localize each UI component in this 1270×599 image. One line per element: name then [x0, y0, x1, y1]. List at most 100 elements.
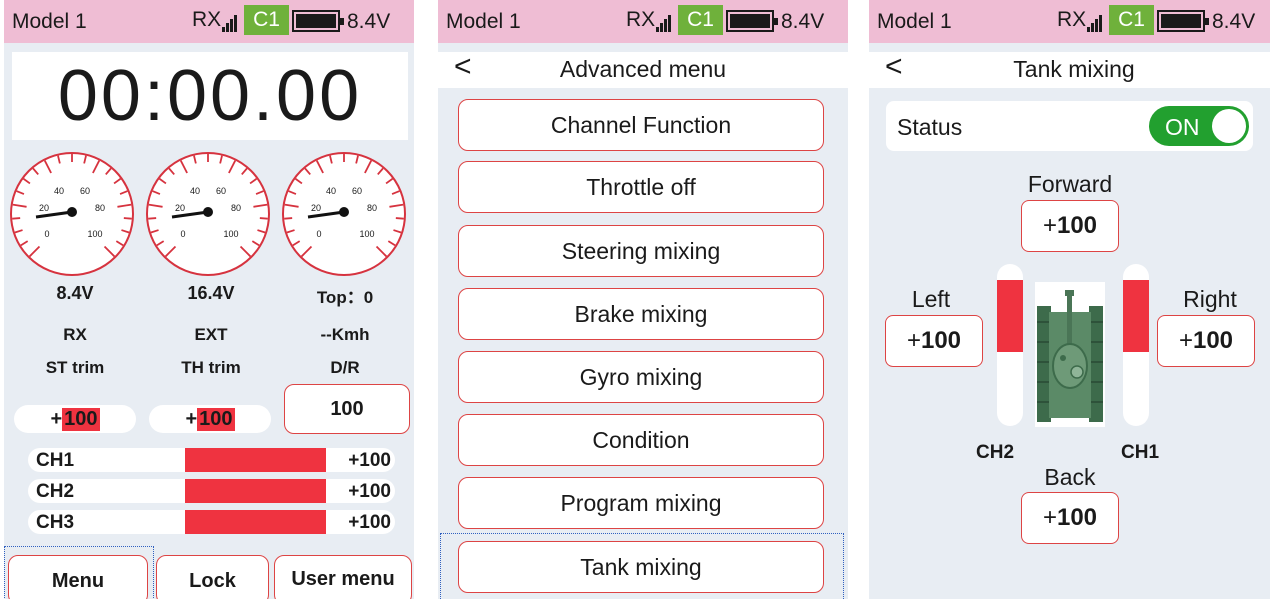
- gauge-dial-icon: 40 60 20 80 0 100: [282, 152, 406, 276]
- nav-bar: < Tank mixing: [869, 52, 1270, 88]
- menu-button[interactable]: Menu: [8, 555, 148, 599]
- battery-icon: [1157, 10, 1209, 32]
- forward-number: 100: [1056, 212, 1098, 239]
- st-trim-label: ST trim: [45, 358, 105, 377]
- battery-icon: [726, 10, 778, 32]
- menu-item-program-mixing[interactable]: Program mixing: [458, 477, 824, 529]
- right-number: 100: [1192, 327, 1234, 354]
- ch2-slider-fill: [997, 280, 1023, 352]
- gauge-tick-label: 80: [231, 203, 241, 213]
- menu-item-steering-mixing[interactable]: Steering mixing: [458, 225, 824, 277]
- gauge-tick-label: 0: [44, 229, 49, 239]
- th-trim-value[interactable]: +100: [149, 405, 271, 433]
- channel-value: +100: [348, 512, 391, 533]
- gauge-tick-label: 20: [39, 203, 49, 213]
- gauge-tick-label: 100: [87, 229, 102, 239]
- dr-label: D/R: [330, 358, 360, 377]
- signal-icon: [222, 14, 238, 32]
- ext-voltage-gauge: 40 60 20 80 0 100: [144, 150, 272, 278]
- back-value[interactable]: +100: [1021, 492, 1119, 544]
- channel-bar-ch1: CH1 +100: [28, 448, 395, 472]
- speed-unit-label: --Kmh: [320, 325, 370, 344]
- right-sign: +: [1178, 327, 1193, 354]
- signal-icon: [1087, 14, 1103, 32]
- dr-value-button[interactable]: 100: [284, 384, 410, 434]
- timer-display[interactable]: 00:00.00: [12, 52, 408, 140]
- page-title: Tank mixing: [1013, 56, 1135, 82]
- speed-gauge: 40 60 20 80 0 100: [280, 150, 408, 278]
- ch2-label: CH2: [976, 442, 1015, 463]
- toggle-text: ON: [1165, 114, 1200, 140]
- ch1-slider-fill: [1123, 280, 1149, 352]
- battery-icon: [292, 10, 344, 32]
- gauge-tick-label: 100: [359, 229, 374, 239]
- th-trim-label: TH trim: [181, 358, 241, 377]
- rx-label: RX: [626, 8, 656, 31]
- forward-value[interactable]: +100: [1021, 200, 1119, 252]
- status-bar: Model 1 RX C1 8.4V: [869, 0, 1270, 43]
- channel-badge: C1: [678, 5, 723, 35]
- status-toggle[interactable]: ON: [1149, 106, 1249, 146]
- advanced-menu-screen: Model 1 RX C1 8.4V < Advanced menu Chann…: [438, 0, 848, 599]
- ch2-slider[interactable]: [997, 264, 1023, 426]
- right-value[interactable]: +100: [1157, 315, 1255, 367]
- menu-item-gyro-mixing[interactable]: Gyro mixing: [458, 351, 824, 403]
- tank-icon: [1035, 282, 1105, 427]
- menu-item-throttle-off[interactable]: Throttle off: [458, 161, 824, 213]
- back-number: 100: [1056, 504, 1098, 531]
- menu-item-tank-mixing[interactable]: Tank mixing: [458, 541, 824, 593]
- gauge-tick-label: 40: [326, 186, 336, 196]
- channel-bar-ch2: CH2 +100: [28, 479, 395, 503]
- gauge-tick-label: 60: [80, 186, 90, 196]
- gauge-tick-label: 60: [216, 186, 226, 196]
- menu-item-condition[interactable]: Condition: [458, 414, 824, 466]
- channel-name: CH2: [36, 481, 75, 502]
- gauge-tick-label: 40: [54, 186, 64, 196]
- lock-button[interactable]: Lock: [156, 555, 269, 599]
- channel-name: CH3: [36, 512, 75, 533]
- model-name: Model 1: [12, 10, 87, 33]
- rx-indicator: RX: [192, 8, 238, 32]
- left-sign: +: [906, 327, 921, 354]
- rx-indicator: RX: [1057, 8, 1103, 32]
- channel-fill: [185, 510, 326, 534]
- main-screen: Model 1 RX C1 8.4V 00:00.00 40 60 20 80 0 100…: [4, 0, 414, 599]
- gauge-tick-label: 0: [180, 229, 185, 239]
- gauge-dial-icon: 40 60 20 80 0 100: [10, 152, 134, 276]
- gauge-tick-label: 80: [95, 203, 105, 213]
- ch1-slider[interactable]: [1123, 264, 1149, 426]
- status-label: Status: [897, 114, 963, 140]
- nav-bar: < Advanced menu: [438, 52, 848, 88]
- gauge-tick-label: 100: [223, 229, 238, 239]
- battery-voltage: 8.4V: [347, 10, 391, 33]
- rx-voltage-gauge: 40 60 20 80 0 100: [8, 150, 136, 278]
- tank-mixing-screen: Model 1 RX C1 8.4V < Tank mixing Status …: [869, 0, 1270, 599]
- battery-voltage: 8.4V: [1212, 10, 1256, 33]
- user-menu-button[interactable]: User menu: [274, 555, 412, 599]
- model-name: Model 1: [877, 10, 952, 33]
- gauge-tick-label: 20: [311, 203, 321, 213]
- status-bar: Model 1 RX C1 8.4V: [438, 0, 848, 43]
- back-sign: +: [1042, 504, 1057, 531]
- menu-item-brake-mixing[interactable]: Brake mixing: [458, 288, 824, 340]
- gauge-tick-label: 60: [352, 186, 362, 196]
- channel-value: +100: [348, 450, 391, 471]
- channel-name: CH1: [36, 450, 75, 471]
- channel-bar-ch3: CH3 +100: [28, 510, 395, 534]
- channel-value: +100: [348, 481, 391, 502]
- status-bar: Model 1 RX C1 8.4V: [4, 0, 414, 43]
- forward-sign: +: [1042, 212, 1057, 239]
- left-number: 100: [920, 327, 962, 354]
- st-trim-value[interactable]: +100: [14, 405, 136, 433]
- left-value[interactable]: +100: [885, 315, 983, 367]
- st-trim-sign: +: [50, 407, 63, 430]
- rx-indicator: RX: [626, 8, 672, 32]
- forward-label: Forward: [1027, 171, 1113, 197]
- top-speed-reading: Top：0: [316, 288, 374, 307]
- right-label: Right: [1183, 286, 1237, 312]
- channel-badge: C1: [1109, 5, 1154, 35]
- status-row: Status ON: [886, 101, 1253, 151]
- gauge-tick-label: 0: [316, 229, 321, 239]
- th-trim-sign: +: [185, 407, 198, 430]
- menu-item-channel-function[interactable]: Channel Function: [458, 99, 824, 151]
